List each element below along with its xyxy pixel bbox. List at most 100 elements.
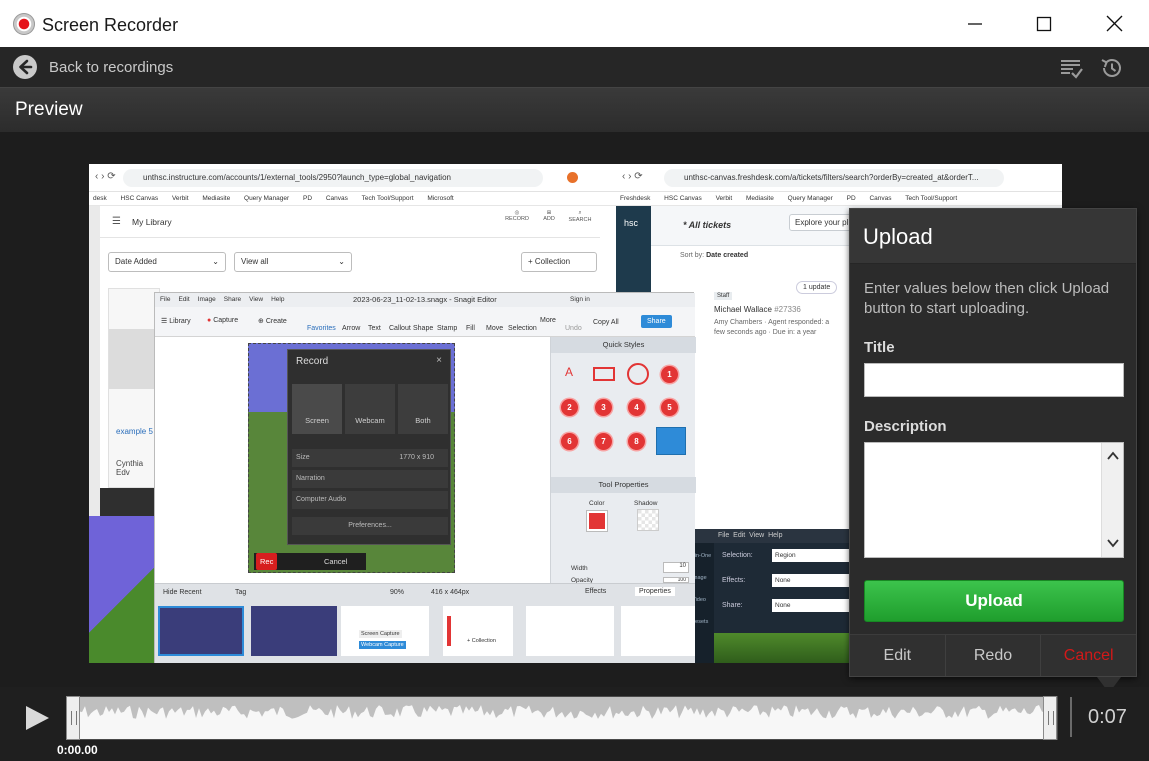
create-tool: ⊕ Create	[258, 318, 287, 325]
size-row: Size 1770 x 910	[292, 449, 448, 467]
title-label: Title	[864, 339, 895, 356]
recent-thumbnail	[251, 606, 337, 656]
upload-button[interactable]: Upload	[864, 580, 1124, 622]
play-button[interactable]	[22, 703, 52, 733]
edit-button[interactable]: Edit	[850, 635, 946, 676]
number-style: 2	[561, 399, 578, 416]
record-bar: Rec Cancel	[254, 553, 366, 570]
upload-instructions: Enter values below then click Upload but…	[864, 280, 1110, 317]
bookmark: PD	[846, 195, 856, 202]
image-size: 416 x 464px	[431, 589, 470, 596]
effects-value: None	[772, 574, 852, 587]
share-value: None	[772, 599, 852, 612]
tool-shape: Shape	[413, 325, 434, 332]
maximize-icon	[1036, 16, 1052, 31]
browser-toolbar: ‹ › ⟳ unthsc-canvas.freshdesk.com/a/tick…	[616, 164, 1062, 192]
url-bar: unthsc-canvas.freshdesk.com/a/tickets/fi…	[664, 169, 1004, 187]
bookmark: Mediasite	[202, 195, 231, 202]
selection-value: Region	[772, 549, 852, 562]
dark-card	[100, 488, 154, 516]
mode-screen: Screen	[292, 384, 342, 434]
share-tool: Share	[641, 315, 672, 328]
trim-start-handle[interactable]	[66, 696, 80, 740]
recent-thumbnail	[526, 606, 614, 656]
preview-title: Preview	[15, 99, 83, 120]
title-input[interactable]	[864, 363, 1124, 397]
description-scrollbar[interactable]	[1101, 443, 1123, 557]
tool-stamp: Stamp	[437, 325, 458, 332]
update-badge: 1 update	[796, 281, 838, 294]
tool-arrow: Arrow	[342, 325, 361, 332]
timeline-divider	[1070, 697, 1072, 737]
number-style: 4	[628, 399, 645, 416]
bookmark: Verbit	[715, 195, 733, 202]
bookmark: Query Manager	[787, 195, 833, 202]
explore-button: Explore your pl	[789, 214, 855, 231]
rect-style-icon	[593, 367, 615, 381]
upload-title: Upload	[863, 224, 933, 249]
ticket-responder: Amy Chambers · Agent responded: a	[714, 319, 830, 326]
bookmark: Query Manager	[244, 195, 290, 202]
history-button[interactable]	[1098, 55, 1124, 81]
bookmark: Verbit	[171, 195, 189, 202]
recent-thumbnail	[158, 606, 244, 656]
preview-header: Preview	[0, 87, 1149, 132]
text-style-icon: A	[565, 365, 574, 379]
audio-row: Computer Audio	[292, 491, 448, 509]
ticket-time: few seconds ago · Due in: a year	[714, 329, 817, 336]
checklist-button[interactable]	[1058, 55, 1084, 81]
nav-arrows-icon: ‹ › ⟳	[622, 171, 643, 182]
shadow-grid	[637, 509, 659, 531]
record-popup-title: Record	[296, 356, 329, 367]
bookmarks-bar: Freshdesk HSC Canvas Verbit Mediasite Qu…	[616, 192, 1062, 206]
staff-badge: Staff	[714, 292, 733, 300]
bookmark: Canvas	[869, 195, 892, 202]
chevron-up-icon[interactable]	[1107, 451, 1119, 461]
undo-tool: Undo	[565, 325, 582, 332]
redo-button[interactable]: Redo	[946, 635, 1042, 676]
zoom-value: 90%	[390, 589, 405, 596]
arrow-left-circle-icon	[13, 55, 37, 79]
desktop-wallpaper	[89, 516, 154, 663]
description-textarea[interactable]	[864, 442, 1124, 558]
snagit-toolbar: ☰ Library ● Capture ⊕ Create Favorites A…	[155, 307, 695, 337]
effects-label: Effects:	[722, 577, 746, 584]
chevron-down-icon[interactable]	[1107, 538, 1119, 548]
capture-tool: ● Capture	[207, 317, 239, 324]
upload-panel: Upload Enter values below then click Upl…	[849, 208, 1137, 677]
recent-thumbnail: Screen Capture Webcam Capture	[341, 606, 429, 656]
add-top-icon: ⊞ ADD	[543, 210, 555, 222]
properties-button: Properties	[635, 587, 675, 596]
tool-selection: Selection	[508, 325, 537, 332]
tickets-label: * All tickets	[683, 220, 732, 230]
preferences-row: Preferences...	[292, 517, 448, 535]
mode-webcam: Webcam	[345, 384, 395, 434]
snagit-title: 2023-06-23_11-02-13.snagx - Snagit Edito…	[353, 295, 497, 304]
browser-toolbar: ‹ › ⟳ unthsc.instructure.com/accounts/1/…	[89, 164, 616, 192]
trim-end-handle[interactable]	[1043, 696, 1057, 740]
library-card: example 5 Cynthia Edv	[108, 288, 161, 488]
share-label: Share:	[722, 602, 743, 609]
maximize-button[interactable]	[1009, 0, 1079, 47]
cancel-button[interactable]: Cancel	[1041, 635, 1136, 676]
library-title: My Library	[132, 217, 172, 227]
waveform-track[interactable]	[66, 696, 1058, 740]
screen-recorder-window: Screen Recorder Back to recordings Previ…	[0, 0, 1149, 761]
bookmark: HSC Canvas	[664, 195, 702, 202]
close-button[interactable]	[1079, 0, 1149, 47]
bookmark: PD	[303, 195, 313, 202]
effects-button: Effects	[585, 588, 607, 595]
minimize-button[interactable]	[940, 0, 1010, 47]
tool-favorites: Favorites	[307, 325, 336, 332]
sign-in: Sign in	[570, 296, 590, 303]
audio-waveform	[67, 697, 1057, 739]
profile-avatar	[567, 172, 578, 183]
tool-properties-title: Tool Properties	[551, 477, 696, 493]
record-top-icon: ◎ RECORD	[505, 210, 529, 222]
collection-button: + Collection	[521, 252, 597, 272]
snagit-menu: File Edit Image Share View Help 2023-06-23_11…	[155, 293, 695, 307]
tool-fill: Fill	[466, 325, 475, 332]
back-to-recordings-button[interactable]: Back to recordings	[12, 53, 173, 81]
bookmark: Tech Tool/Support	[361, 195, 414, 202]
number-style: 6	[561, 433, 578, 450]
